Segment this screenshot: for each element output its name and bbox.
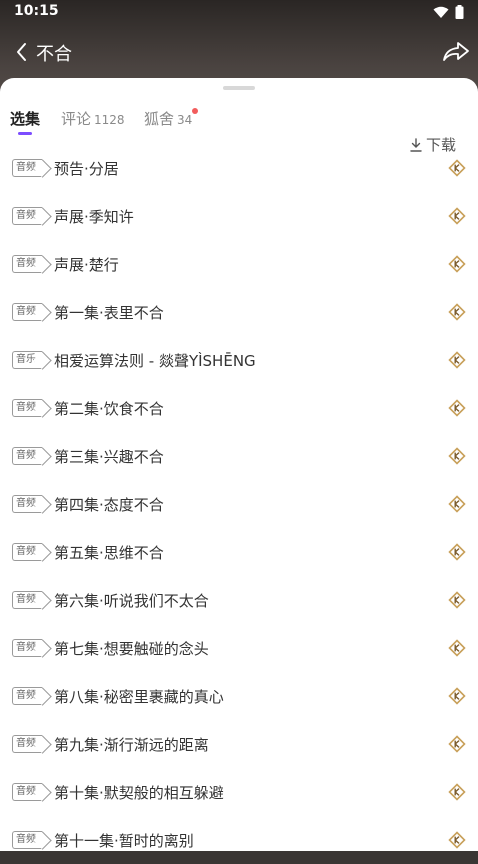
episode-title: 第六集·听说我们不太合 [54,592,209,610]
episode-row[interactable]: 音频 声展·楚行 [0,240,478,288]
vip-play-icon[interactable] [448,639,466,657]
vip-play-icon[interactable] [448,399,466,417]
episode-row[interactable]: 音频 第三集·兴趣不合 [0,432,478,480]
tab-comments-count: 1128 [94,113,125,127]
status-icons [433,5,464,19]
tab-comments-label: 评论 [61,110,92,128]
episode-type-badge: 音频 [12,447,42,465]
episode-row[interactable]: 音频 第十集·默契般的相互躲避 [0,768,478,816]
episode-row[interactable]: 音频 第十一集·暂时的离别 [0,816,478,864]
vip-play-icon[interactable] [448,447,466,465]
episode-title: 第九集·渐行渐远的距离 [54,736,209,754]
page-title: 不合 [36,44,72,65]
episode-list: 音频 预告·分居 音频 声展·季知许 音频 声展·楚行 音频 第一集·表里不合 … [0,144,478,864]
vip-play-icon[interactable] [448,783,466,801]
vip-play-icon[interactable] [448,831,466,849]
episode-row[interactable]: 音频 预告·分居 [0,144,478,192]
episode-type-badge: 音频 [12,495,42,513]
share-icon[interactable] [440,38,472,66]
vip-play-icon[interactable] [448,687,466,705]
episode-row[interactable]: 音频 声展·季知许 [0,192,478,240]
tab-episodes-label: 选集 [10,110,41,128]
episode-sheet: 选集 评论 1128 狐舍 34 下载 音频 预告·分居 音频 声展·季知许 音… [0,78,478,851]
episode-title: 第十一集·暂时的离别 [54,832,194,850]
notification-dot [192,108,198,114]
episode-type-badge: 音频 [12,159,42,177]
title-bar: 不合 [0,32,478,72]
episode-type-badge: 音频 [12,639,42,657]
vip-play-icon[interactable] [448,591,466,609]
tab-comments[interactable]: 评论 1128 [61,108,125,129]
tab-episodes[interactable]: 选集 [10,108,40,129]
tab-group-count: 34 [177,113,193,127]
episode-title: 第七集·想要触碰的念头 [54,640,209,658]
episode-title: 第五集·思维不合 [54,544,164,562]
episode-type-badge: 音频 [12,303,42,321]
episode-type-badge: 音频 [12,783,42,801]
episode-title: 第四集·态度不合 [54,496,164,514]
vip-play-icon[interactable] [448,351,466,369]
status-bar: 10:15 [0,0,478,24]
episode-row[interactable]: 音频 第一集·表里不合 [0,288,478,336]
episode-type-badge: 音乐 [12,351,42,369]
vip-play-icon[interactable] [448,495,466,513]
vip-play-icon[interactable] [448,543,466,561]
episode-row[interactable]: 音频 第九集·渐行渐远的距离 [0,720,478,768]
episode-type-badge: 音频 [12,255,42,273]
episode-type-badge: 音频 [12,591,42,609]
episode-title: 预告·分居 [54,160,119,178]
episode-type-badge: 音频 [12,207,42,225]
vip-play-icon[interactable] [448,207,466,225]
episode-title: 第一集·表里不合 [54,304,164,322]
episode-row[interactable]: 音频 第五集·思维不合 [0,528,478,576]
episode-type-badge: 音频 [12,735,42,753]
drag-handle[interactable] [223,86,255,90]
tab-group[interactable]: 狐舍 34 [144,108,192,129]
episode-type-badge: 音频 [12,831,42,849]
vip-play-icon[interactable] [448,255,466,273]
episode-row[interactable]: 音频 第七集·想要触碰的念头 [0,624,478,672]
active-tab-indicator [18,132,32,135]
episode-row[interactable]: 音频 第四集·态度不合 [0,480,478,528]
episode-type-badge: 音频 [12,543,42,561]
episode-title: 第二集·饮食不合 [54,400,164,418]
vip-play-icon[interactable] [448,159,466,177]
episode-row[interactable]: 音乐 相爱运算法则 - 燚聲YÌSHĒNG [0,336,478,384]
episode-type-badge: 音频 [12,399,42,417]
episode-row[interactable]: 音频 第六集·听说我们不太合 [0,576,478,624]
episode-row[interactable]: 音频 第二集·饮食不合 [0,384,478,432]
episode-row[interactable]: 音频 第八集·秘密里裹藏的真心 [0,672,478,720]
tab-group-label: 狐舍 [144,110,175,128]
wifi-icon [433,6,449,18]
battery-icon [455,5,464,19]
status-time: 10:15 [14,3,59,19]
episode-title: 声展·季知许 [54,208,134,226]
episode-type-badge: 音频 [12,687,42,705]
vip-play-icon[interactable] [448,735,466,753]
vip-play-icon[interactable] [448,303,466,321]
back-arrow-icon[interactable] [8,38,36,66]
episode-title: 声展·楚行 [54,256,119,274]
tab-bar: 选集 评论 1128 狐舍 34 下载 [0,104,478,154]
episode-title: 相爱运算法则 - 燚聲YÌSHĒNG [54,352,256,370]
episode-title: 第三集·兴趣不合 [54,448,164,466]
episode-title: 第十集·默契般的相互躲避 [54,784,224,802]
episode-title: 第八集·秘密里裹藏的真心 [54,688,224,706]
